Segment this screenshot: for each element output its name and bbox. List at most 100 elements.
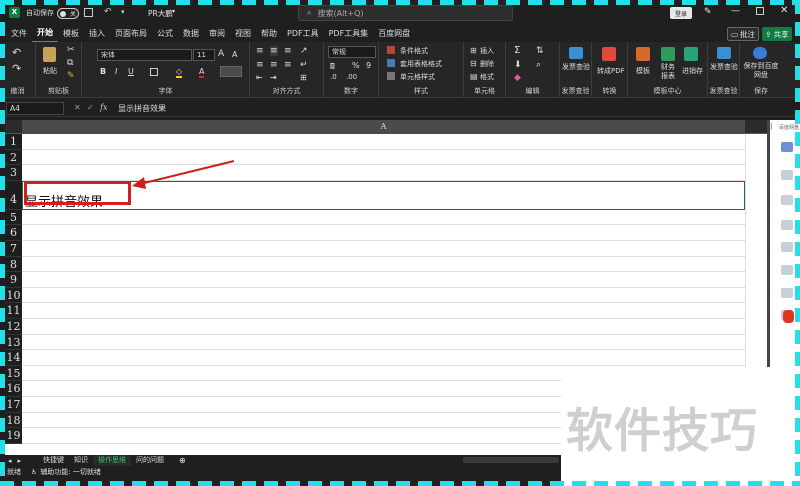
column-header-a[interactable]: A bbox=[22, 120, 745, 134]
format-painter-icon[interactable]: ✎ bbox=[67, 71, 75, 81]
menu-view[interactable]: 视图 bbox=[230, 26, 256, 42]
side-scrollbar[interactable] bbox=[767, 120, 770, 367]
table-format-button[interactable]: 套用表格格式 bbox=[400, 59, 442, 69]
row-header[interactable]: 15 bbox=[5, 365, 22, 382]
menu-file[interactable]: 文件 bbox=[6, 26, 32, 42]
menu-formulas[interactable]: 公式 bbox=[152, 26, 178, 42]
row-header[interactable]: 8 bbox=[5, 256, 22, 273]
cancel-edit-icon[interactable]: ✕ bbox=[74, 103, 81, 112]
wrap-text-icon[interactable]: ↵ bbox=[300, 60, 308, 70]
tab-knowledge[interactable]: 知识 bbox=[69, 455, 93, 466]
function-icon[interactable]: fx bbox=[100, 103, 107, 112]
comment-button[interactable]: ▭ 批注 bbox=[727, 27, 759, 41]
row-header[interactable]: 14 bbox=[5, 350, 22, 366]
align-top-icon[interactable]: ≡ bbox=[256, 46, 264, 56]
status-accessibility[interactable]: 辅助功能: 一切就绪 bbox=[40, 467, 101, 477]
side-tool-icon[interactable] bbox=[781, 265, 793, 275]
row-header[interactable]: 1 bbox=[5, 134, 22, 150]
italic-icon[interactable]: I bbox=[115, 67, 117, 76]
underline-icon[interactable]: U bbox=[128, 67, 134, 76]
phonetic-icon[interactable] bbox=[220, 66, 242, 77]
orientation-icon[interactable]: ↗ bbox=[300, 46, 308, 56]
font-name-select[interactable]: 宋体 bbox=[97, 49, 192, 61]
row-header[interactable]: 5 bbox=[5, 209, 22, 226]
side-tool-icon[interactable] bbox=[781, 242, 793, 252]
restore-icon[interactable] bbox=[756, 7, 764, 15]
convert-pdf-button[interactable]: 转成PDF bbox=[597, 66, 625, 76]
menu-template[interactable]: 模板 bbox=[58, 26, 84, 42]
side-tool-icon[interactable] bbox=[781, 195, 793, 205]
menu-help[interactable]: 帮助 bbox=[256, 26, 282, 42]
row-header[interactable]: 4 bbox=[5, 180, 22, 210]
sales-stock-icon[interactable] bbox=[684, 47, 698, 61]
cell-style-button[interactable]: 单元格样式 bbox=[400, 72, 435, 82]
row-header[interactable]: 3 bbox=[5, 165, 22, 181]
invoice2-icon[interactable] bbox=[717, 47, 731, 59]
paste-label[interactable]: 粘贴 bbox=[43, 66, 57, 76]
row-header[interactable]: 19 bbox=[5, 428, 22, 444]
fill-color-icon[interactable]: ◇ bbox=[176, 67, 183, 78]
invoice2-button[interactable]: 发票查验 bbox=[710, 63, 738, 72]
align-center-icon[interactable]: ≡ bbox=[270, 60, 278, 70]
finance-report-icon[interactable] bbox=[661, 47, 675, 61]
file-name[interactable]: PR大鹏 bbox=[148, 8, 173, 19]
increase-font-icon[interactable]: A bbox=[218, 49, 224, 59]
paste-icon[interactable] bbox=[43, 47, 56, 62]
side-tool-icon[interactable] bbox=[781, 288, 793, 298]
row-header[interactable]: 9 bbox=[5, 272, 22, 288]
template-button[interactable]: 模板 bbox=[636, 66, 650, 76]
bold-icon[interactable]: B bbox=[100, 67, 106, 76]
invoice-check-button[interactable]: 发票查验 bbox=[562, 63, 590, 72]
delete-cells-button[interactable]: 删除 bbox=[480, 59, 494, 69]
sort-filter-icon[interactable]: ⇅ bbox=[536, 46, 544, 56]
pdf-icon[interactable] bbox=[602, 47, 616, 61]
decrease-font-icon[interactable]: A bbox=[232, 50, 237, 59]
side-tool-icon[interactable] bbox=[781, 170, 793, 180]
comma-icon[interactable]: 9 bbox=[366, 61, 371, 70]
tab-shortcuts[interactable]: 快捷键 bbox=[38, 455, 69, 466]
template-icon[interactable] bbox=[636, 47, 650, 61]
undo-quick-icon[interactable]: ↶ bbox=[104, 7, 112, 17]
insert-cells-button[interactable]: 插入 bbox=[480, 46, 494, 56]
merge-center-icon[interactable]: ⊞ bbox=[300, 73, 307, 82]
finance-report-button[interactable]: 财务报表 bbox=[661, 63, 677, 81]
align-bottom-icon[interactable]: ≡ bbox=[284, 46, 292, 56]
conditional-format-button[interactable]: 条件格式 bbox=[400, 46, 428, 56]
invoice-check-icon[interactable] bbox=[569, 47, 583, 59]
menu-insert[interactable]: 插入 bbox=[84, 26, 110, 42]
name-box[interactable]: A4 bbox=[6, 102, 64, 115]
tab-questions[interactable]: 问的问题 bbox=[131, 455, 169, 466]
side-mascot-icon[interactable] bbox=[783, 310, 794, 323]
horizontal-scrollbar[interactable] bbox=[463, 457, 559, 463]
formula-input[interactable]: 显示拼音效果 bbox=[118, 102, 166, 115]
increase-indent-icon[interactable]: ⇥ bbox=[270, 73, 277, 82]
row-header[interactable]: 7 bbox=[5, 241, 22, 257]
copy-icon[interactable]: ⧉ bbox=[67, 58, 73, 68]
pen-icon[interactable]: ✎ bbox=[704, 7, 712, 17]
menu-pdf-tools[interactable]: PDF工具 bbox=[282, 26, 324, 42]
autosave-toggle[interactable]: 关 bbox=[57, 7, 79, 19]
autosum-icon[interactable]: Σ bbox=[514, 45, 520, 56]
close-icon[interactable]: ✕ bbox=[780, 5, 788, 16]
login-button[interactable]: 登录 bbox=[670, 7, 692, 19]
baidu-cloud-icon[interactable] bbox=[753, 47, 767, 59]
clear-icon[interactable]: ◆ bbox=[514, 73, 521, 83]
menu-data[interactable]: 数据 bbox=[178, 26, 204, 42]
row-header[interactable]: 12 bbox=[5, 319, 22, 335]
minimize-icon[interactable]: — bbox=[731, 6, 740, 16]
decrease-indent-icon[interactable]: ⇤ bbox=[256, 73, 263, 82]
menu-baidu-netdisk[interactable]: 百度网盘 bbox=[373, 26, 415, 42]
redo-icon[interactable]: ↷ bbox=[12, 62, 21, 75]
border-icon[interactable] bbox=[150, 68, 158, 76]
row-header[interactable]: 11 bbox=[5, 303, 22, 319]
undo-icon[interactable]: ↶ bbox=[12, 46, 21, 59]
font-size-select[interactable]: 11 bbox=[193, 49, 215, 61]
add-sheet-icon[interactable]: ⊕ bbox=[179, 456, 186, 465]
decrease-decimal-icon[interactable]: .00 bbox=[346, 73, 357, 81]
number-format-select[interactable]: 常规 bbox=[328, 46, 376, 58]
save-baidu-button[interactable]: 保存到百度网盘 bbox=[742, 62, 780, 80]
cut-icon[interactable]: ✂ bbox=[67, 45, 75, 55]
row-header[interactable]: 6 bbox=[5, 225, 22, 241]
row-header[interactable]: 17 bbox=[5, 397, 22, 413]
side-tool-icon[interactable] bbox=[781, 220, 793, 230]
